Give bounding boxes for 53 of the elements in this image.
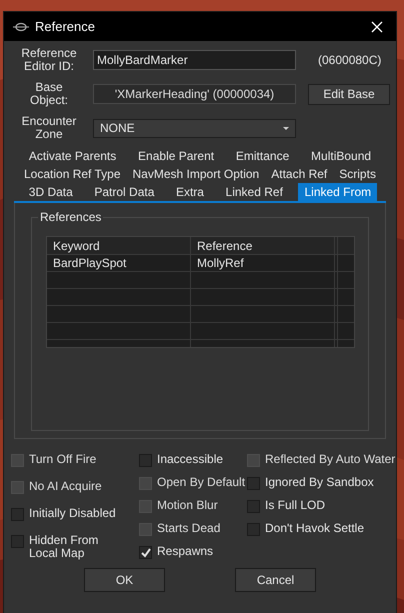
tab[interactable]: Extra — [170, 183, 210, 201]
checkbox-label: Is Full LOD — [265, 499, 326, 512]
table-cell: MollyRef — [191, 255, 335, 271]
tab[interactable]: Linked From — [298, 183, 378, 201]
checkbox[interactable] — [11, 535, 24, 548]
checkbox-label: No AI Acquire — [29, 480, 102, 493]
tab[interactable]: Enable Parent — [132, 147, 220, 165]
field-label: Encounter Zone — [20, 115, 78, 141]
window-title: Reference — [35, 18, 95, 36]
tab[interactable]: Attach Ref — [265, 165, 334, 183]
checkbox-label: Respawns — [157, 545, 214, 558]
column-header[interactable]: Reference — [191, 237, 335, 254]
checkbox-label: Open By Default — [157, 476, 246, 489]
form-id: (0600080C) — [318, 52, 382, 69]
checkbox-label: Turn Off Fire — [29, 453, 96, 466]
app-icon — [13, 22, 29, 32]
field-label: Base Object: — [28, 81, 69, 107]
tab[interactable]: Patrol Data — [88, 183, 160, 201]
tab[interactable]: 3D Data — [22, 183, 79, 201]
table-cell: BardPlaySpot — [47, 255, 191, 271]
checkbox[interactable] — [139, 454, 152, 467]
encounter-zone-dropdown[interactable]: NONE — [93, 118, 296, 138]
column-header[interactable]: Keyword — [47, 237, 191, 254]
tab[interactable]: Scripts — [333, 165, 382, 183]
field-label: Reference Editor ID: — [20, 47, 78, 73]
check-icon — [140, 548, 150, 558]
tab[interactable]: Emittance — [230, 147, 296, 165]
checkbox-label: Reflected By Auto Water — [265, 453, 396, 466]
checkbox-label: Initially Disabled — [29, 507, 116, 520]
tab[interactable]: MultiBound — [305, 147, 378, 165]
checkbox[interactable] — [11, 508, 24, 521]
dialog-button[interactable]: OK — [84, 568, 165, 592]
tab[interactable]: Location Ref Type — [18, 165, 127, 183]
checkbox[interactable] — [247, 477, 260, 490]
checkbox[interactable] — [247, 500, 260, 513]
checkbox-label: Starts Dead — [157, 522, 220, 535]
editor-id-field[interactable]: MollyBardMarker — [93, 50, 296, 70]
checkbox-label: Ignored By Sandbox — [265, 476, 374, 489]
tab[interactable]: Activate Parents — [22, 147, 122, 165]
caret-icon — [283, 126, 289, 130]
checkbox-label: Inaccessible — [157, 453, 224, 466]
checkbox[interactable] — [139, 546, 152, 559]
dialog-button[interactable]: Cancel — [235, 568, 316, 592]
base-object-field: 'XMarkerHeading' (00000034) — [93, 84, 296, 104]
tab[interactable]: Linked Ref — [220, 183, 289, 201]
tab[interactable]: NavMesh Import Option — [126, 165, 266, 183]
checkbox-label: Motion Blur — [157, 499, 218, 512]
group-title: References — [38, 210, 104, 224]
checkbox-label: Don't Havok Settle — [265, 522, 364, 535]
close-icon[interactable] — [371, 20, 383, 32]
edit-base-button[interactable]: Edit Base — [308, 84, 390, 104]
checkbox[interactable] — [247, 523, 260, 536]
checkbox-label: Hidden From Local Map — [29, 534, 100, 560]
